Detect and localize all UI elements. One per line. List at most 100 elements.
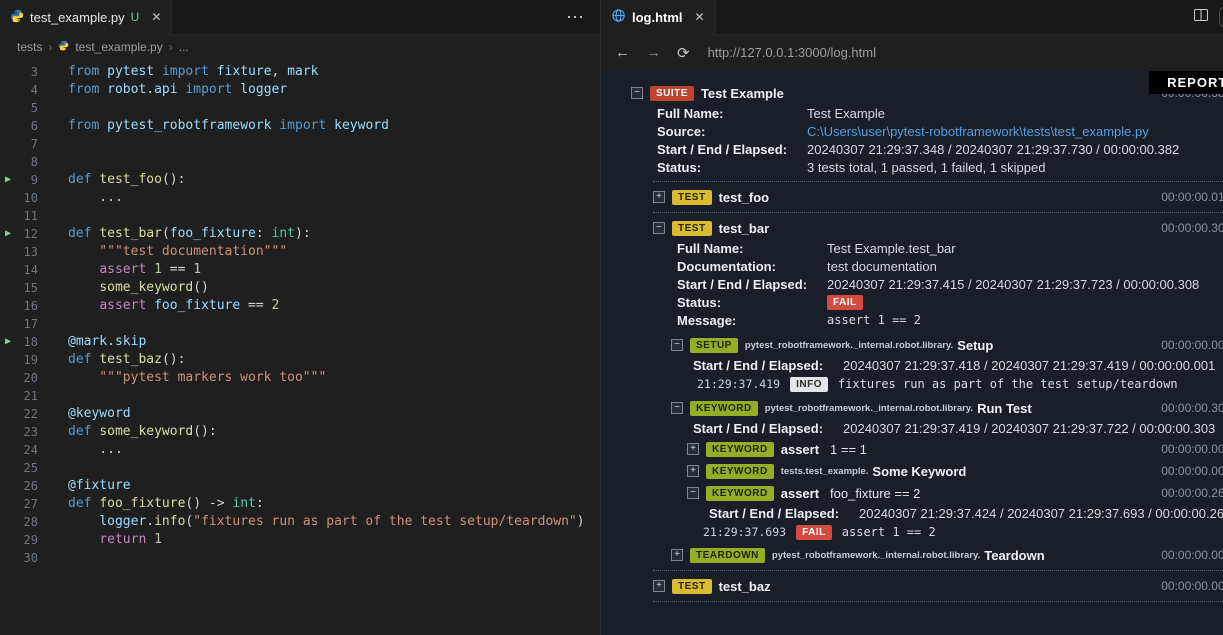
elapsed-time: 00:00:00.001 [1161,338,1223,352]
expand-toggle[interactable]: − [653,222,665,234]
field-value: Test Example [807,106,885,121]
lock-icon[interactable] [1219,7,1223,27]
code-line[interactable]: 4from robot.api import logger [0,81,600,99]
expand-toggle[interactable]: − [631,87,643,99]
code-line[interactable]: 20 """pytest markers work too""" [0,369,600,387]
reload-icon[interactable]: ⟳ [677,44,690,62]
run-test-icon[interactable]: ▶ [5,333,11,351]
run-test-icon[interactable]: ▶ [5,225,11,243]
breadcrumb-item-symbol[interactable]: ... [179,40,189,54]
metadata-row: Start / End / Elapsed:20240307 21:29:37.… [631,504,1223,522]
metadata-row: Start / End / Elapsed:20240307 21:29:37.… [631,356,1223,374]
code-text: def test_baz(): [50,351,185,369]
log-message-row: 21:29:37.693FAILassert 1 == 2 [631,523,1223,541]
expand-toggle[interactable]: − [671,339,683,351]
code-text [50,135,68,153]
code-text: @fixture [50,477,131,495]
element-name: Test Example [701,86,784,101]
right-tab-bar: log.html ✕ [601,0,1223,35]
metadata-row: Full Name:Test Example.test_bar [631,239,1223,257]
keyword-badge: KEYWORD [706,464,774,479]
field-value: assert 1 == 2 [827,313,921,327]
line-number: 26 [0,477,50,495]
code-line[interactable]: 26@fixture [0,477,600,495]
code-line[interactable]: 22@keyword [0,405,600,423]
code-line[interactable]: 5 [0,99,600,117]
code-line[interactable]: 21 [0,387,600,405]
url-input[interactable]: http://127.0.0.1:3000/log.html [706,45,1223,60]
expand-toggle[interactable]: + [687,443,699,455]
log-level-badge: FAIL [796,525,832,540]
breadcrumb-item-tests[interactable]: tests [17,40,42,54]
code-editor[interactable]: 3from pytest import fixture, mark4from r… [0,59,600,635]
log-message-row: 21:29:37.419INFOfixtures run as part of … [631,375,1223,393]
metadata-row: Start / End / Elapsed:20240307 21:29:37.… [631,419,1223,437]
line-number: 5 [0,99,50,117]
code-line[interactable]: 8 [0,153,600,171]
code-line[interactable]: 15 some_keyword() [0,279,600,297]
close-icon[interactable]: ✕ [695,10,705,24]
split-editor-icon[interactable] [1193,7,1209,28]
code-line[interactable]: 29 return 1 [0,531,600,549]
expand-toggle[interactable]: − [687,487,699,499]
code-line[interactable]: 7 [0,135,600,153]
expand-toggle[interactable]: + [653,191,665,203]
log-content: −SUITETest Example00:00:00.382Full Name:… [601,70,1223,602]
code-line[interactable]: 25 [0,459,600,477]
code-line[interactable]: 30 [0,549,600,567]
log-setup-row: −SETUPpytest_robotframework._internal.ro… [631,335,1223,355]
element-name: Setup [957,338,993,353]
suite-badge: SUITE [650,86,694,101]
code-line[interactable]: 13 """test documentation""" [0,243,600,261]
code-line[interactable]: ▶18@mark.skip [0,333,600,351]
code-line[interactable]: 3from pytest import fixture, mark [0,63,600,81]
code-line[interactable]: 24 ... [0,441,600,459]
field-label: Start / End / Elapsed: [693,358,843,373]
log-teardown-row: +TEARDOWNpytest_robotframework._internal… [631,545,1223,565]
code-line[interactable]: 6from pytest_robotframework import keywo… [0,117,600,135]
code-line[interactable]: 11 [0,207,600,225]
breadcrumb-item-file[interactable]: test_example.py [75,40,162,54]
code-line[interactable]: 10 ... [0,189,600,207]
code-line[interactable]: 28 logger.info("fixtures run as part of … [0,513,600,531]
code-line[interactable]: 14 assert 1 == 1 [0,261,600,279]
element-name: Run Test [977,401,1032,416]
expand-toggle[interactable]: + [671,549,683,561]
tab-log-html[interactable]: log.html ✕ [601,0,716,34]
log-keyword-row: −KEYWORDpytest_robotframework._internal.… [631,398,1223,418]
expand-toggle[interactable]: + [687,465,699,477]
test-separator [653,212,1223,213]
keyword-args: foo_fixture == 2 [830,486,920,501]
expand-toggle[interactable]: + [653,580,665,592]
code-text [50,315,68,333]
code-line[interactable]: 17 [0,315,600,333]
code-line[interactable]: 16 assert foo_fixture == 2 [0,297,600,315]
line-number: 16 [0,297,50,315]
forward-icon[interactable]: → [646,44,661,61]
left-tab-bar: test_example.py U ✕ ⋯ [0,0,600,35]
field-label: Start / End / Elapsed: [693,421,843,436]
back-icon[interactable]: ← [615,44,630,61]
source-link[interactable]: C:\Users\user\pytest-robotframework\test… [807,124,1149,139]
run-test-icon[interactable]: ▶ [5,171,11,189]
line-number: 28 [0,513,50,531]
code-line[interactable]: 19def test_baz(): [0,351,600,369]
elapsed-time: 00:00:00.000 [1161,442,1223,456]
line-number: 24 [0,441,50,459]
line-number: 17 [0,315,50,333]
expand-toggle[interactable]: − [671,402,683,414]
close-icon[interactable]: ✕ [151,10,161,24]
keyword-library-prefix: pytest_robotframework._internal.robot.li… [772,550,980,561]
tab-test-example-py[interactable]: test_example.py U ✕ [0,0,172,34]
element-name: test_foo [719,190,770,205]
code-line[interactable]: ▶12def test_bar(foo_fixture: int): [0,225,600,243]
code-line[interactable]: 27def foo_fixture() -> int: [0,495,600,513]
code-text: @mark.skip [50,333,146,351]
report-button[interactable]: REPORT [1149,71,1223,94]
editor-actions-more-icon[interactable]: ⋯ [550,0,600,34]
code-line[interactable]: 23def some_keyword(): [0,423,600,441]
code-line[interactable]: ▶9def test_foo(): [0,171,600,189]
line-number: 25 [0,459,50,477]
browser-content: REPORT −SUITETest Example00:00:00.382Ful… [601,70,1223,635]
field-label: Source: [657,124,807,139]
